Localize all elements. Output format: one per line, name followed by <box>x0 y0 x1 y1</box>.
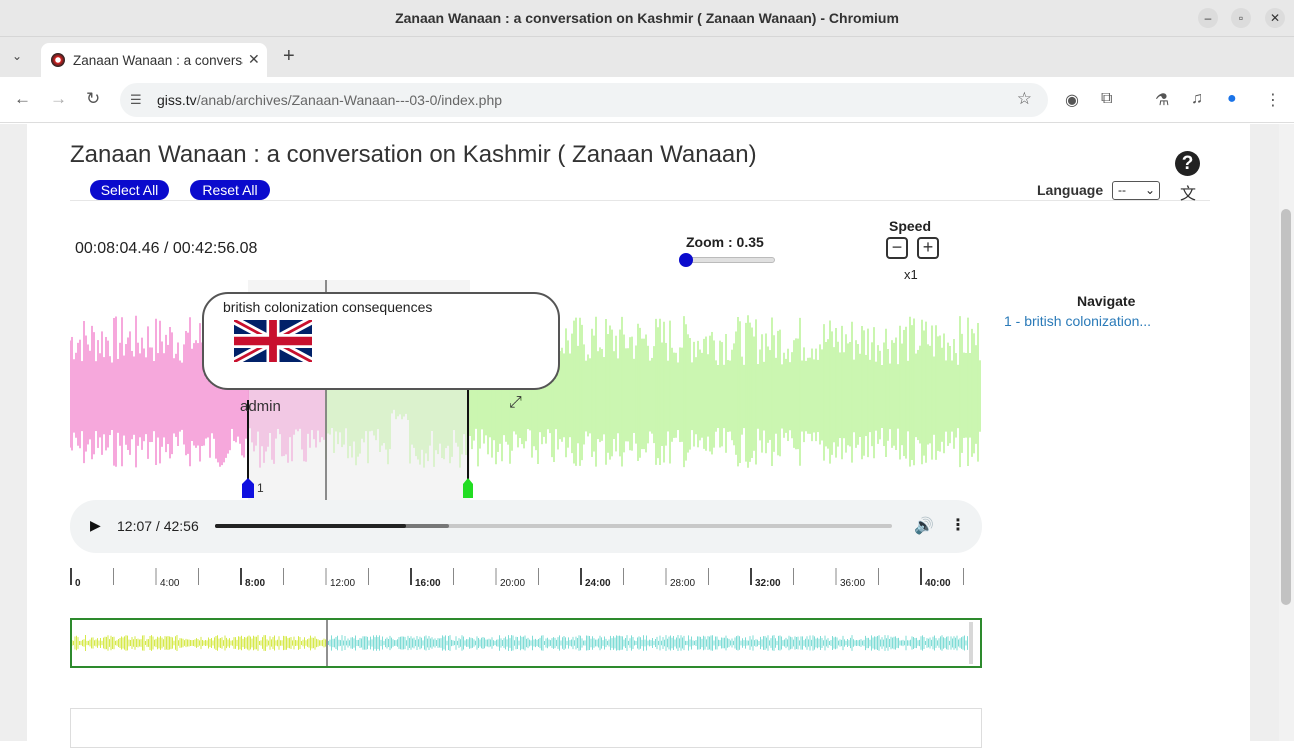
translate-icon[interactable]: 文 <box>1180 180 1196 204</box>
ruler-label: 24:00 <box>585 578 611 589</box>
divider <box>70 200 1210 201</box>
back-icon[interactable]: ← <box>14 89 31 109</box>
language-label: Language <box>1037 182 1104 198</box>
reset-all-button[interactable]: Reset All <box>190 180 270 200</box>
overview-scroll-handle[interactable] <box>969 622 973 664</box>
speed-label: Speed <box>889 218 932 234</box>
ruler-label: 16:00 <box>415 578 441 589</box>
tab-list-chevron-icon[interactable]: ⌄ <box>12 49 22 63</box>
ruler-label: 40:00 <box>925 578 951 589</box>
help-icon[interactable]: ? <box>1175 151 1200 176</box>
labs-flask-icon[interactable]: ⚗ <box>1155 90 1169 110</box>
select-all-button[interactable]: Select All <box>90 180 169 200</box>
page-scrollbar[interactable] <box>1279 124 1294 741</box>
close-window-icon[interactable]: ✕ <box>1265 8 1285 28</box>
ruler-label: 4:00 <box>160 578 180 589</box>
tab-title: Zanaan Wanaan : a conversation on Kashmi… <box>73 53 243 68</box>
uk-flag-icon <box>234 320 312 362</box>
audio-played <box>215 524 406 528</box>
window-title: Zanaan Wanaan : a conversation on Kashmi… <box>395 10 899 26</box>
zoom-label: Zoom : 0.35 <box>686 234 764 250</box>
play-icon[interactable]: ▶ <box>90 517 101 534</box>
speed-decrease-button[interactable]: − <box>886 237 908 259</box>
browser-tab[interactable]: Zanaan Wanaan : a conversation on Kashmi… <box>41 43 267 77</box>
account-avatar-icon[interactable]: ● <box>1227 90 1237 108</box>
ruler-label: 12:00 <box>330 578 355 589</box>
more-options-icon[interactable]: ⋮ <box>950 515 966 535</box>
ruler-label: 0 <box>75 578 81 589</box>
new-tab-icon[interactable]: + <box>283 45 295 68</box>
overview-bars <box>72 635 968 651</box>
time-ruler: 0 4:00 8:00 12:00 16:00 20:00 24:00 28:00 32:00 3… <box>70 568 964 589</box>
forward-icon[interactable]: → <box>50 89 67 109</box>
expand-icon[interactable]: ⤢ <box>509 394 522 412</box>
navigate-link[interactable]: 1 - british colonization... <box>1004 313 1151 329</box>
close-tab-icon[interactable]: ✕ <box>248 51 260 68</box>
maximize-icon[interactable]: ▫ <box>1231 8 1251 28</box>
language-select[interactable]: -- ⌄ <box>1112 181 1160 200</box>
audio-progress-bar[interactable] <box>215 524 892 528</box>
ruler-label: 20:00 <box>500 578 525 589</box>
audio-time: 12:07 / 42:56 <box>117 518 199 534</box>
site-favicon-icon <box>51 53 65 67</box>
browser-menu-icon[interactable]: ⋮ <box>1265 90 1281 110</box>
overview-waveform[interactable] <box>70 618 982 668</box>
url-bar[interactable]: ☰ giss.tv/anab/archives/Zanaan-Wanaan---… <box>120 83 1048 117</box>
scrollbar-thumb[interactable] <box>1281 209 1291 605</box>
minimize-icon[interactable]: – <box>1198 8 1218 28</box>
ruler-label: 28:00 <box>670 578 695 589</box>
annotation-marker-number: 1 <box>257 481 264 495</box>
zoom-slider[interactable] <box>679 253 775 267</box>
extensions-puzzle-icon[interactable]: ⧉ <box>1101 90 1112 108</box>
tab-strip: ⌄ Zanaan Wanaan : a conversation on Kash… <box>0 37 1294 77</box>
site-info-icon[interactable]: ☰ <box>130 92 142 108</box>
bookmark-star-icon[interactable]: ☆ <box>1017 89 1032 109</box>
annotation-author: admin <box>240 398 281 415</box>
speed-increase-button[interactable]: + <box>917 237 939 259</box>
comments-panel <box>70 708 982 748</box>
time-display: 00:08:04.46 / 00:42:56.08 <box>75 240 258 257</box>
reload-icon[interactable]: ↻ <box>86 89 100 109</box>
audio-player: ▶ 12:07 / 42:56 🔊 ⋮ <box>70 500 982 553</box>
annotation-bubble[interactable]: british colonization consequences <box>202 292 560 390</box>
zoom-slider-knob[interactable] <box>679 253 693 267</box>
media-control-icon[interactable]: ♫ <box>1191 90 1203 108</box>
window-titlebar: Zanaan Wanaan : a conversation on Kashmi… <box>0 0 1294 37</box>
url-text: giss.tv/anab/archives/Zanaan-Wanaan---03… <box>157 92 503 108</box>
navigate-heading: Navigate <box>1077 293 1136 309</box>
annotation-title: british colonization consequences <box>223 299 433 315</box>
page-title: Zanaan Wanaan : a conversation on Kashmi… <box>70 141 757 168</box>
address-toolbar: ← → ↻ ☰ giss.tv/anab/archives/Zanaan-Wan… <box>0 77 1294 123</box>
ruler-label: 32:00 <box>755 578 781 589</box>
profile-extension-icon[interactable]: ◉ <box>1065 90 1079 110</box>
ruler-label: 8:00 <box>245 578 265 589</box>
ruler-label: 36:00 <box>840 578 865 589</box>
volume-icon[interactable]: 🔊 <box>914 516 934 536</box>
